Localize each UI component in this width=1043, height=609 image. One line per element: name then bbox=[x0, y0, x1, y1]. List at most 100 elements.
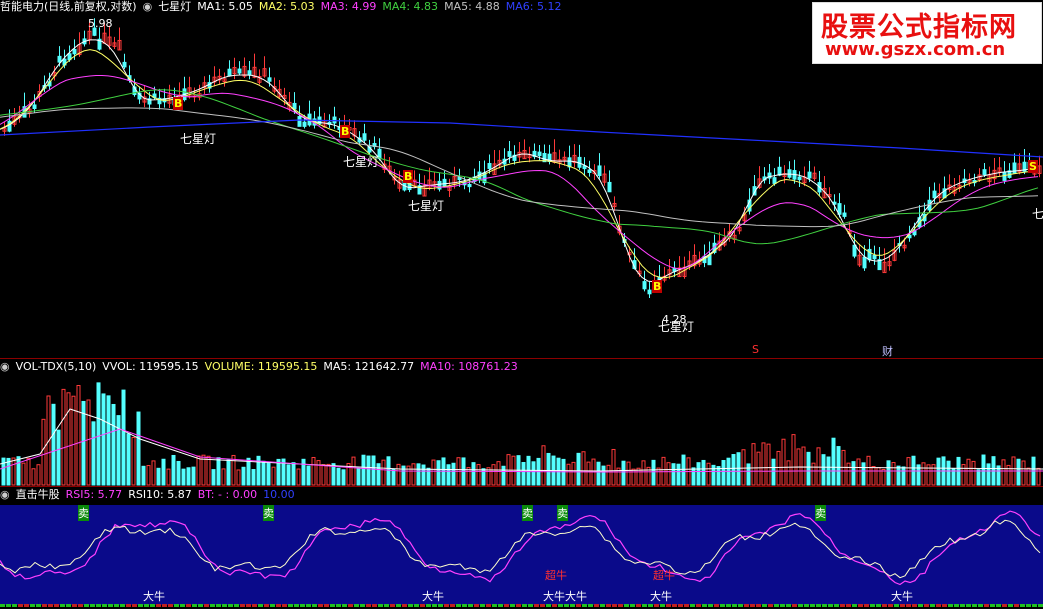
ma6-line bbox=[0, 119, 1043, 158]
volume-bar bbox=[806, 451, 811, 486]
signal-strip-segment bbox=[492, 604, 497, 607]
indicator-pane[interactable]: ◉ 直击牛股 RSI5: 5.77 RSI10: 5.87 BT: - : 0.00 10… bbox=[0, 487, 1043, 609]
signal-strip-segment bbox=[138, 604, 143, 607]
signal-strip-segment bbox=[102, 604, 107, 607]
signal-strip-segment bbox=[780, 604, 785, 607]
signal-strip-segment bbox=[834, 604, 839, 607]
qixingdeng-label: 七星灯 bbox=[343, 155, 380, 169]
volume-bar bbox=[396, 463, 401, 486]
collapse-icon[interactable]: ◉ bbox=[143, 0, 153, 13]
signal-strip-segment bbox=[270, 604, 275, 607]
ma4-value: MA4: 4.83 bbox=[382, 0, 439, 13]
volume-bar bbox=[721, 460, 726, 486]
signal-strip-segment bbox=[300, 604, 305, 607]
volume-chart[interactable] bbox=[0, 359, 1043, 486]
indicator-header: ◉ 直击牛股 RSI5: 5.77 RSI10: 5.87 BT: - : 0.00 10… bbox=[0, 488, 301, 502]
big-bull-label: 大牛 bbox=[650, 590, 672, 603]
signal-strip-segment bbox=[684, 604, 689, 607]
volume-bar bbox=[151, 460, 156, 486]
signal-strip-segment bbox=[690, 604, 695, 607]
signal-strip-segment bbox=[12, 604, 17, 607]
signal-strip-segment bbox=[1038, 604, 1043, 607]
signal-strip-segment bbox=[648, 604, 653, 607]
buy-signal-marker: B bbox=[340, 125, 351, 138]
volume-bar bbox=[651, 459, 656, 486]
signal-strip-segment bbox=[750, 604, 755, 607]
volume-bar bbox=[61, 388, 66, 486]
volume-bar bbox=[56, 429, 61, 486]
indicator-name: 七星灯 bbox=[158, 0, 192, 13]
event-marker-s[interactable]: S bbox=[752, 343, 759, 356]
volume-bar bbox=[116, 415, 121, 486]
volume-bar bbox=[161, 458, 166, 486]
signal-strip-segment bbox=[864, 604, 869, 607]
candle-body bbox=[267, 77, 272, 82]
signal-strip-segment bbox=[24, 604, 29, 607]
candle-body bbox=[72, 48, 77, 55]
signal-strip-segment bbox=[54, 604, 59, 607]
event-marker-cai[interactable]: 财 bbox=[882, 343, 893, 359]
volume-bar bbox=[641, 460, 646, 486]
signal-strip-segment bbox=[438, 604, 443, 607]
volume-bar bbox=[666, 462, 671, 486]
big-bull-label: 大牛 bbox=[891, 590, 913, 603]
candle-body bbox=[297, 116, 302, 127]
rsi10-value: RSI10: 5.87 bbox=[128, 488, 192, 501]
ma3-line bbox=[0, 75, 1039, 270]
volume-bar bbox=[411, 463, 416, 486]
signal-strip-segment bbox=[810, 604, 815, 607]
volume-bar bbox=[621, 460, 626, 486]
signal-strip-segment bbox=[228, 604, 233, 607]
signal-strip-segment bbox=[762, 604, 767, 607]
buy-signal-marker: B bbox=[403, 170, 414, 183]
volume-bar bbox=[566, 463, 571, 486]
collapse-icon[interactable]: ◉ bbox=[0, 488, 10, 501]
signal-strip-segment bbox=[288, 604, 293, 607]
volume-bar bbox=[766, 443, 771, 486]
volume-bar bbox=[221, 468, 226, 486]
volume-bar bbox=[671, 463, 676, 486]
signal-strip-segment bbox=[924, 604, 929, 607]
signal-strip-segment bbox=[528, 604, 533, 607]
volume-bar bbox=[216, 457, 221, 486]
signal-strip-segment bbox=[726, 604, 731, 607]
collapse-icon[interactable]: ◉ bbox=[0, 360, 10, 373]
qixingdeng-label: 七星灯 bbox=[180, 132, 217, 146]
volume-bar bbox=[971, 460, 976, 486]
ma2-value: MA2: 5.03 bbox=[258, 0, 315, 13]
volume-bar bbox=[211, 469, 216, 486]
ma2-line bbox=[0, 49, 1039, 279]
volume-bar bbox=[846, 462, 851, 486]
price-chart-pane[interactable]: 哲能电力(日线,前复权,对数) ◉ 七星灯 MA1: 5.05 MA2: 5.03 MA3… bbox=[0, 0, 1043, 358]
candle-body bbox=[862, 256, 867, 269]
volume-bar bbox=[746, 463, 751, 486]
volume-bar bbox=[76, 385, 81, 486]
candle-body bbox=[772, 177, 777, 184]
candle-body bbox=[247, 70, 252, 76]
signal-strip-segment bbox=[276, 604, 281, 607]
volume-bar bbox=[121, 389, 126, 486]
volume-bar bbox=[156, 467, 161, 486]
volume-bar bbox=[386, 456, 391, 486]
big-bull-label: 大牛 bbox=[143, 590, 165, 603]
signal-strip-segment bbox=[666, 604, 671, 607]
volume-bar bbox=[146, 465, 151, 486]
signal-strip-segment bbox=[498, 604, 503, 607]
volume-pane[interactable]: ◉ VOL-TDX(5,10) VVOL: 119595.15 VOLUME: 119… bbox=[0, 359, 1043, 486]
signal-strip-segment bbox=[252, 604, 257, 607]
stock-title: 哲能电力(日线,前复权,对数) bbox=[0, 0, 137, 13]
volume-bar bbox=[126, 433, 131, 486]
volume-bar bbox=[86, 399, 91, 486]
volume-bar bbox=[626, 461, 631, 486]
signal-strip-segment bbox=[42, 604, 47, 607]
ma5-value: MA5: 4.88 bbox=[444, 0, 500, 13]
signal-strip-segment bbox=[534, 604, 539, 607]
watermark-url: www.gszx.com.cn bbox=[825, 39, 1006, 60]
signal-strip-segment bbox=[858, 604, 863, 607]
volume-bar bbox=[966, 458, 971, 486]
signal-strip-segment bbox=[1032, 604, 1037, 607]
volume-bar bbox=[431, 459, 436, 486]
signal-strip-segment bbox=[456, 604, 461, 607]
volume-bar bbox=[271, 466, 276, 486]
signal-strip-segment bbox=[294, 604, 299, 607]
